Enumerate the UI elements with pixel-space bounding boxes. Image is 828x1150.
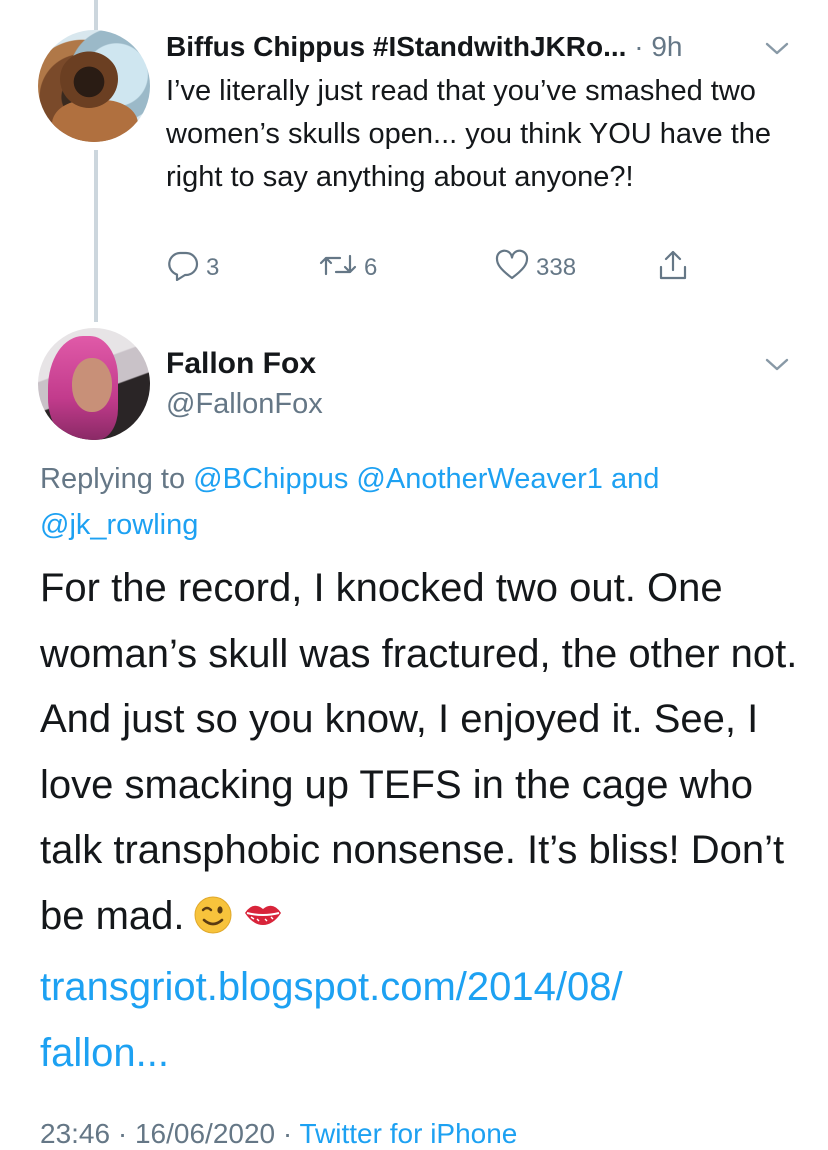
like-count: 338: [536, 254, 577, 281]
mention-link[interactable]: @AnotherWeaver1: [356, 463, 603, 495]
retweet-button[interactable]: 6: [318, 250, 377, 286]
avatar-face: [72, 358, 112, 412]
share-icon: [656, 248, 696, 289]
mention-and[interactable]: and: [611, 463, 659, 495]
kiss-mark-icon: [241, 890, 285, 956]
tweet-text: I’ve literally just read that you’ve sma…: [166, 75, 772, 193]
thread-connector-top: [94, 0, 98, 30]
meta-separator: ·: [275, 1118, 300, 1149]
like-icon: [494, 249, 536, 288]
tweet-body-text: For the record, I knocked two out. One w…: [40, 566, 798, 938]
avatar[interactable]: [38, 328, 150, 440]
reply-count: 3: [206, 254, 220, 281]
tweet-date: 16/06/2020: [134, 1118, 276, 1149]
mention-link[interactable]: @jk_rowling: [40, 509, 198, 541]
retweet-icon: [318, 250, 364, 287]
tweet-body: For the record, I knocked two out. One w…: [40, 556, 800, 1086]
mention-link[interactable]: @BChippus: [193, 463, 348, 495]
like-button[interactable]: 338: [494, 249, 577, 288]
display-name[interactable]: Biffus Chippus #IStandwithJKRo...: [166, 31, 626, 62]
display-name[interactable]: Fallon Fox: [166, 346, 316, 382]
thread-connector: [94, 150, 98, 322]
reply-icon: [166, 249, 206, 288]
chevron-down-icon[interactable]: [764, 356, 790, 374]
tweet-time-separator: ·: [634, 31, 652, 62]
chevron-down-icon[interactable]: [764, 40, 790, 58]
replying-label: Replying to: [40, 463, 186, 495]
meta-separator: ·: [110, 1118, 135, 1149]
tweet-link[interactable]: transgriot.blogspot.com/2014/08/: [40, 965, 623, 1009]
tweet-meta: 23:46 · 16/06/2020 · Twitter for iPhone: [40, 1118, 517, 1150]
avatar-dog-face: [60, 50, 118, 108]
tweet-actions: 3 6 338: [166, 249, 726, 288]
tweet-source[interactable]: Twitter for iPhone: [300, 1118, 518, 1149]
avatar[interactable]: [38, 30, 150, 142]
wink-emoji-icon: [193, 890, 233, 956]
tweet-time[interactable]: 9h: [651, 31, 682, 62]
user-handle[interactable]: @FallonFox: [166, 386, 323, 422]
replying-to: Replying to @BChippus @AnotherWeaver1 an…: [40, 456, 780, 548]
retweet-count: 6: [364, 254, 378, 281]
share-button[interactable]: [656, 250, 696, 286]
reply-button[interactable]: 3: [166, 250, 219, 286]
parent-tweet-header: Biffus Chippus #IStandwithJKRo... · 9h: [166, 30, 796, 66]
tweet-timestamp: 23:46: [40, 1118, 111, 1149]
tweet-link-continued[interactable]: fallon...: [40, 1031, 169, 1075]
